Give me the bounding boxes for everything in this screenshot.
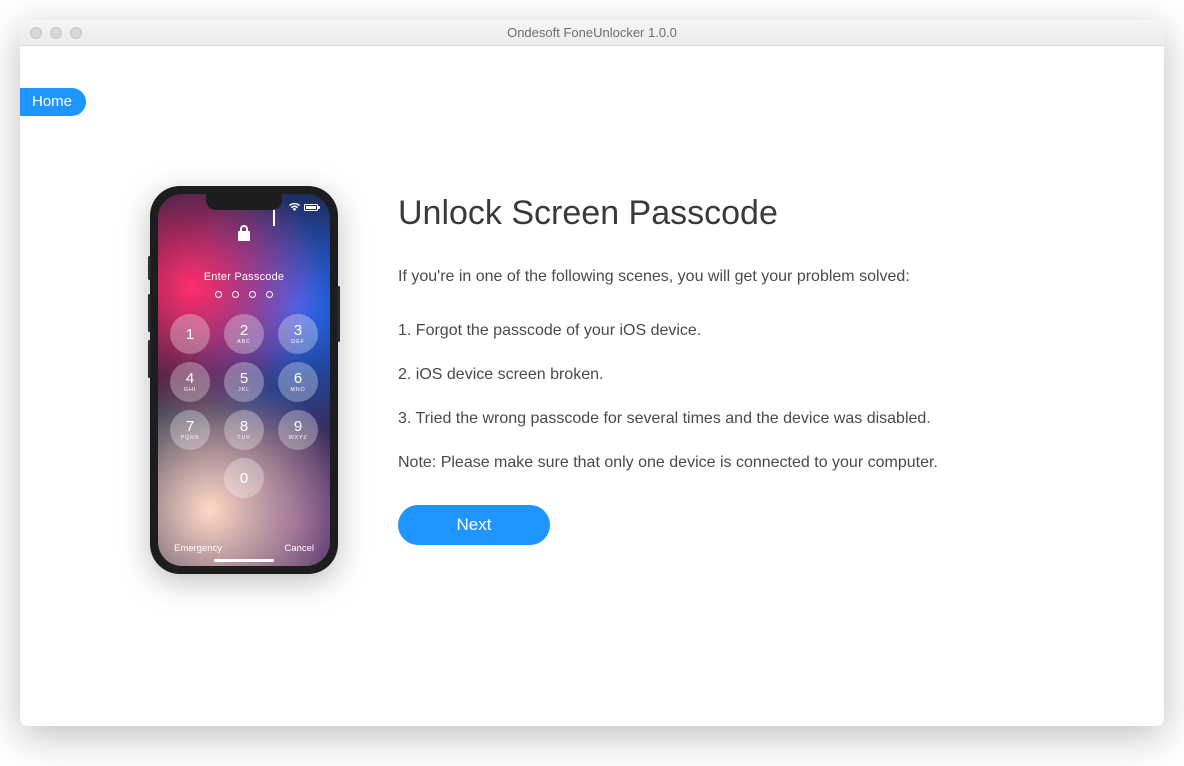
titlebar: Ondesoft FoneUnlocker 1.0.0 xyxy=(20,20,1164,46)
key-0: 0 xyxy=(224,458,264,498)
home-indicator xyxy=(214,559,274,562)
traffic-lights xyxy=(30,27,82,39)
key-8: 8TUV xyxy=(224,410,264,450)
iphone-mockup: Enter Passcode 1 2ABC 3DEF 4GHI 5JKL 6MN… xyxy=(150,186,338,574)
scenario-2: 2. iOS device screen broken. xyxy=(398,363,1058,387)
key-5: 5JKL xyxy=(224,362,264,402)
emergency-label: Emergency xyxy=(174,543,222,554)
key-9: 9WXYZ xyxy=(278,410,318,450)
keypad: 1 2ABC 3DEF 4GHI 5JKL 6MNO 7PQRS 8TUV 9W… xyxy=(170,314,318,498)
phone-volume-down xyxy=(148,340,151,378)
key-2: 2ABC xyxy=(224,314,264,354)
scenario-1: 1. Forgot the passcode of your iOS devic… xyxy=(398,319,1058,343)
enter-passcode-label: Enter Passcode xyxy=(204,271,284,283)
close-window-button[interactable] xyxy=(30,27,42,39)
note-text: Note: Please make sure that only one dev… xyxy=(398,451,1058,475)
phone-volume-up xyxy=(148,294,151,332)
next-button[interactable]: Next xyxy=(398,505,550,545)
key-7: 7PQRS xyxy=(170,410,210,450)
home-button[interactable]: Home xyxy=(20,88,86,116)
phone-screen: Enter Passcode 1 2ABC 3DEF 4GHI 5JKL 6MN… xyxy=(158,194,330,566)
scenario-3: 3. Tried the wrong passcode for several … xyxy=(398,407,1058,431)
intro-text: If you're in one of the following scenes… xyxy=(398,265,1058,289)
wifi-icon xyxy=(289,198,300,216)
content-area: Home xyxy=(20,46,1164,726)
page-heading: Unlock Screen Passcode xyxy=(398,194,1058,233)
window-title: Ondesoft FoneUnlocker 1.0.0 xyxy=(20,25,1164,40)
passcode-dots xyxy=(215,291,273,298)
phone-notch xyxy=(206,194,282,210)
key-4: 4GHI xyxy=(170,362,210,402)
minimize-window-button[interactable] xyxy=(50,27,62,39)
text-column: Unlock Screen Passcode If you're in one … xyxy=(398,186,1058,545)
lock-icon xyxy=(237,224,251,247)
key-1: 1 xyxy=(170,314,210,354)
phone-power-button xyxy=(337,286,340,342)
zoom-window-button[interactable] xyxy=(70,27,82,39)
key-6: 6MNO xyxy=(278,362,318,402)
cancel-label: Cancel xyxy=(284,543,314,554)
app-window: Ondesoft FoneUnlocker 1.0.0 Home xyxy=(20,20,1164,726)
battery-icon xyxy=(304,204,318,211)
key-3: 3DEF xyxy=(278,314,318,354)
phone-silent-switch xyxy=(148,256,151,280)
